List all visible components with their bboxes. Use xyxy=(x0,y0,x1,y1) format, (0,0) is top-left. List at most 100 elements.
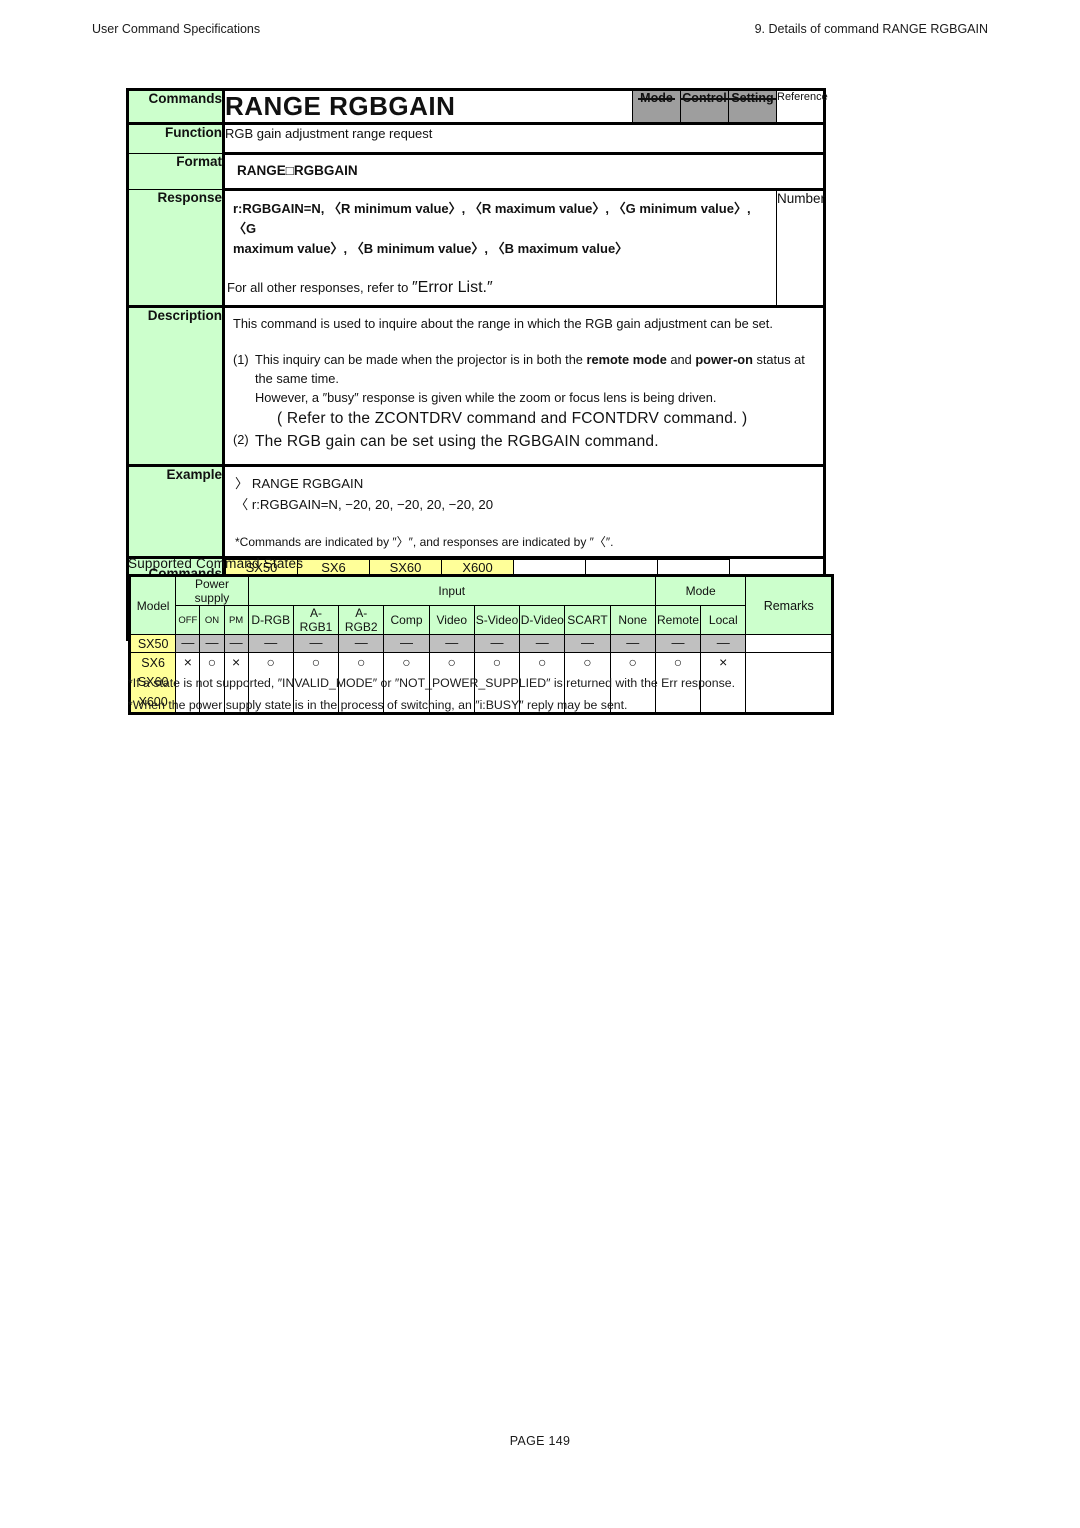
scs-row-sx50: SX50 — — — — — — — — — — — — — — xyxy=(128,634,833,653)
description-item-2-num: (2) xyxy=(233,432,249,448)
scs-sx50-input-0-mark: — xyxy=(264,635,278,650)
page-footer: PAGE 149 xyxy=(509,1434,571,1448)
supported-states-title: Supported Command States xyxy=(128,556,304,571)
title-row: Commands RANGE RGBGAIN Mode Control Sett… xyxy=(127,89,828,125)
scs-sx50-mode-remote-mark: — xyxy=(671,635,685,650)
response-error-target: ″Error List.″ xyxy=(411,279,493,297)
supported-command-states-table: Model Power supply Input Mode Remarks OF… xyxy=(128,574,834,716)
scs-row-sx50-input-2: — xyxy=(338,634,385,653)
scs-sub-input-s-video: S-Video xyxy=(473,605,521,635)
scs-header-input: Input xyxy=(247,575,656,606)
desc1-b: and xyxy=(666,351,696,367)
page-header: User Command Specifications 9. Details o… xyxy=(0,22,1080,36)
category-setting-label: Setting xyxy=(731,91,774,105)
example-note: *Commands are indicated by ″〉″, and resp… xyxy=(235,534,614,549)
states-footnote-1: *If a state is not supported, ″INVALID_M… xyxy=(128,676,735,690)
scs-sx50-input-6-mark: — xyxy=(535,635,549,650)
response-row: Response r:RGBGAIN=N, 〈R minimum value〉,… xyxy=(127,188,825,309)
description-item-1-line3: However, a ″busy″ response is given whil… xyxy=(255,389,717,405)
label-format: Format xyxy=(127,153,225,190)
desc1-c: status at xyxy=(752,351,805,367)
scs-sx50-input-3-mark: — xyxy=(400,635,414,650)
desc1-a: This inquiry can be made when the projec… xyxy=(255,351,587,367)
scs-sub-input-comp: Comp xyxy=(383,605,430,635)
function-row: Function RGB gain adjustment range reque… xyxy=(127,123,825,155)
description-item-1: (1) This inquiry can be made when the pr… xyxy=(233,350,817,408)
format-row: Format RANGE□RGBGAIN xyxy=(127,153,825,191)
label-response: Response xyxy=(127,188,225,309)
scs-sx50-input-8-mark: — xyxy=(626,635,640,650)
scs-row-sx50-power-off: — xyxy=(175,634,201,653)
desc1-bold-a: remote mode xyxy=(586,351,667,367)
label-function: Function xyxy=(127,123,225,154)
label-commands: Commands xyxy=(127,89,225,125)
scs-sub-power-pm: PM xyxy=(223,605,249,635)
scs-sx50-input-4-mark: — xyxy=(445,635,459,650)
description-row: Description This command is used to inqu… xyxy=(127,306,825,467)
scs-group-header-row: Model Power supply Input Mode Remarks xyxy=(128,575,833,635)
scs-row-sx50-remarks xyxy=(745,634,833,653)
description-item-1-body: This inquiry can be made when the projec… xyxy=(255,350,817,408)
scs-sub-input-none: None xyxy=(609,605,656,635)
scs-row-sx50-input-4: — xyxy=(428,634,475,653)
example-row: Example 〉 RANGE RGBGAIN 〈 r:RGBGAIN=N, −… xyxy=(127,464,825,560)
scs-header-power-supply: Power supply xyxy=(175,575,249,606)
scs-row-sx50-input-1: — xyxy=(292,634,340,653)
description-content: This command is used to inquire about th… xyxy=(223,306,825,467)
scs-sub-mode-local: Local xyxy=(700,605,747,635)
description-item-1-line1: This inquiry can be made when the projec… xyxy=(255,350,817,369)
format-text: RANGE□RGBGAIN xyxy=(223,153,825,191)
scs-row-group-model-sx6: SX6 xyxy=(141,656,165,670)
scs-header-remarks: Remarks xyxy=(745,575,833,635)
scs-row-sx50-mode-remote: — xyxy=(654,634,702,653)
scs-sub-power-off: OFF xyxy=(175,605,201,635)
scs-row-sx50-input-6: — xyxy=(519,634,566,653)
command-title: RANGE RGBGAIN xyxy=(223,89,633,125)
description-item-1-line2: the same time. xyxy=(255,370,339,386)
description-item-2-text: The RGB gain can be set using the RGBGAI… xyxy=(255,433,659,451)
scs-header-mode: Mode xyxy=(654,575,747,606)
category-reference-label: Reference xyxy=(777,91,828,103)
scs-sub-header-row: OFF ON PM D-RGB A-RGB1 A-RGB2 Comp Video… xyxy=(130,605,833,635)
response-format-block: r:RGBGAIN=N, 〈R minimum value〉, 〈R maxim… xyxy=(225,191,776,265)
scs-row-sx50-mode-local: — xyxy=(700,634,747,653)
scs-sx50-power-off-mark: — xyxy=(181,635,195,650)
category-control-label: Control xyxy=(682,91,727,105)
category-mode[interactable]: Mode xyxy=(632,89,681,125)
example-content: 〉 RANGE RGBGAIN 〈 r:RGBGAIN=N, −20, 20, … xyxy=(223,464,825,560)
header-left-text: User Command Specifications xyxy=(92,22,261,36)
scs-sub-input-a-rgb2: A-RGB2 xyxy=(338,605,385,635)
scs-row-sx50-input-7: — xyxy=(564,634,611,653)
response-error-prefix: For all other responses, refer to xyxy=(227,280,412,296)
response-line-2: maximum value〉, 〈B minimum value〉, 〈B ma… xyxy=(233,241,629,257)
scs-sub-power-on: ON xyxy=(199,605,225,635)
category-setting[interactable]: Setting xyxy=(728,89,777,125)
scs-row-sx50-power-on: — xyxy=(199,634,225,653)
function-text: RGB gain adjustment range request xyxy=(223,123,825,155)
scs-sx50-power-on-mark: — xyxy=(205,635,219,650)
scs-row-group-remarks xyxy=(745,651,833,715)
states-footnote-2: *When the power supply state is in the p… xyxy=(128,698,628,712)
description-item-1-reference: ( Refer to the ZCONTDRV command and FCON… xyxy=(277,410,748,428)
category-reference[interactable]: Reference xyxy=(776,89,828,125)
scs-sx50-input-1-mark: — xyxy=(309,635,323,650)
response-content: r:RGBGAIN=N, 〈R minimum value〉, 〈R maxim… xyxy=(223,188,777,309)
scs-row-sx50-input-0: — xyxy=(247,634,294,653)
scs-sx50-input-5-mark: — xyxy=(490,635,504,650)
scs-sx50-mode-local-mark: — xyxy=(716,635,730,650)
description-item-2: (2) The RGB gain can be set using the RG… xyxy=(233,430,817,453)
scs-row-sx50-input-8: — xyxy=(609,634,656,653)
response-number-cell: Number xyxy=(776,188,825,309)
desc1-bold-b: power-on xyxy=(695,351,753,367)
label-example: Example xyxy=(127,464,225,560)
scs-row-sx50-input-5: — xyxy=(473,634,521,653)
scs-sx50-input-2-mark: — xyxy=(354,635,368,650)
scs-row-sx50-input-3: — xyxy=(383,634,430,653)
header-right-text: 9. Details of command RANGE RGBGAIN xyxy=(754,22,988,36)
description-item-1-num: (1) xyxy=(233,351,249,367)
scs-sx50-input-7-mark: — xyxy=(581,635,595,650)
category-control[interactable]: Control xyxy=(680,89,729,125)
category-mode-label: Mode xyxy=(640,91,673,105)
response-line-1: r:RGBGAIN=N, 〈R minimum value〉, 〈R maxim… xyxy=(233,201,751,237)
scs-sub-input-a-rgb1: A-RGB1 xyxy=(292,605,340,635)
